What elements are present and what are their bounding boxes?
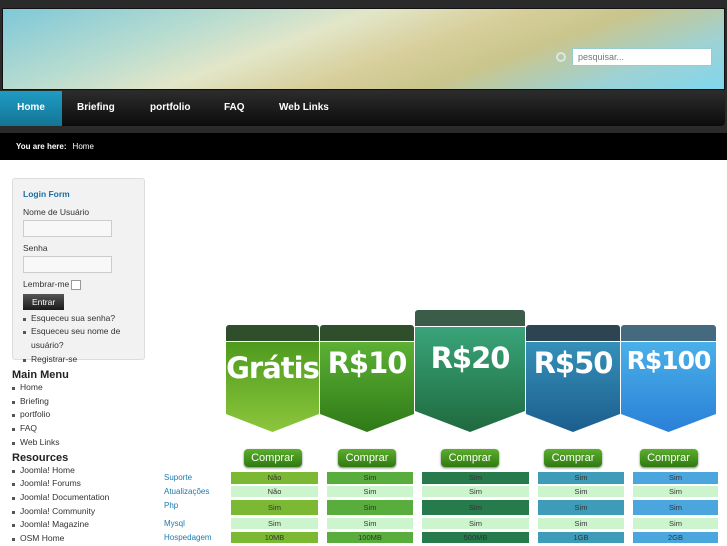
plan-cell: 100MB <box>327 532 413 543</box>
main-menu-title: Main Menu <box>12 369 69 381</box>
buy-button[interactable]: Comprar <box>243 449 302 467</box>
remember-label: Lembrar-me <box>23 279 70 289</box>
buy-button[interactable]: Comprar <box>544 449 602 467</box>
resources-title: Resources <box>12 451 69 464</box>
breadcrumb-label: You are here: <box>16 142 67 151</box>
password-input[interactable] <box>23 256 112 273</box>
buy-button[interactable]: Comprar <box>441 449 499 467</box>
plan-cell: Sim <box>231 500 318 515</box>
resource-item[interactable]: OSM Home <box>12 532 152 546</box>
plan-price-shield: R$100 <box>621 342 716 432</box>
nav-portfolio[interactable]: portfolio <box>150 91 191 126</box>
plan-cell: Não <box>231 486 318 497</box>
plan-cell: Sim <box>633 500 718 515</box>
plan-tab <box>415 310 525 326</box>
plan-cell: 2GB <box>633 532 718 543</box>
main-menu-item[interactable]: portfolio <box>12 408 152 422</box>
plan-cell: Sim <box>633 486 718 497</box>
row-label: Php <box>164 501 179 510</box>
main-menu-item[interactable]: FAQ <box>12 422 152 436</box>
login-form: Login Form Nome de Usuário Senha Lembrar… <box>12 178 145 364</box>
username-input[interactable] <box>23 220 112 237</box>
nav-home[interactable]: Home <box>0 91 62 126</box>
forgot-password-link[interactable]: Esqueceu sua senha? <box>23 312 144 326</box>
resource-item[interactable]: Joomla! Community <box>12 505 152 519</box>
row-label: Atualizações <box>164 487 210 496</box>
plan-cell: Não <box>231 472 318 484</box>
plan-price-shield: Grátis <box>226 342 319 432</box>
plan-cell: Sim <box>422 500 529 515</box>
main-menu-item[interactable]: Web Links <box>12 436 152 450</box>
buy-button[interactable]: Comprar <box>338 449 396 467</box>
plan-tab <box>621 325 716 341</box>
main-nav: Home Briefing portfolio FAQ Web Links <box>0 91 725 126</box>
sidebar-menus: Main Menu Home Briefing portfolio FAQ Web Li… <box>12 367 152 546</box>
plan-tab <box>526 325 620 341</box>
login-button[interactable]: Entrar <box>23 293 65 310</box>
plan-cell: Sim <box>327 518 413 529</box>
resource-item[interactable]: Joomla! Documentation <box>12 491 152 505</box>
plan-cell: Sim <box>422 472 529 484</box>
main-menu-item[interactable]: Home <box>12 381 152 395</box>
plan-cell: Sim <box>538 518 624 529</box>
plan-cell: Sim <box>327 472 413 484</box>
remember-checkbox[interactable] <box>71 279 82 290</box>
username-label: Nome de Usuário <box>23 207 90 217</box>
forgot-username-link[interactable]: Esqueceu seu nome de usuário? <box>23 325 123 352</box>
plan-cell: Sim <box>327 500 413 515</box>
plan-cell: Sim <box>327 486 413 497</box>
plan-cell: Sim <box>633 518 718 529</box>
breadcrumb-current: Home <box>72 142 94 151</box>
plan-price-shield: R$50 <box>526 342 620 432</box>
resource-item[interactable]: Joomla! Home <box>12 464 152 478</box>
buy-button[interactable]: Comprar <box>639 449 698 467</box>
plan-cell: Sim <box>538 486 624 497</box>
row-label: Hospedagem <box>164 533 212 542</box>
nav-faq[interactable]: FAQ <box>224 91 245 126</box>
search-input[interactable] <box>572 48 712 66</box>
plan-cell: Sim <box>538 472 624 484</box>
plan-cell: Sim <box>422 518 529 529</box>
plan-cell: Sim <box>538 500 624 515</box>
plan-cell: 1GB <box>538 532 624 543</box>
plan-tab <box>226 325 319 341</box>
plan-price-shield: R$20 <box>415 327 525 432</box>
register-link[interactable]: Registrar-se <box>23 353 144 367</box>
row-label: Suporte <box>164 473 193 482</box>
main-menu-item[interactable]: Briefing <box>12 395 152 409</box>
plan-price-shield: R$10 <box>320 342 414 432</box>
nav-web-links[interactable]: Web Links <box>279 91 329 126</box>
nav-briefing[interactable]: Briefing <box>77 91 115 126</box>
password-label: Senha <box>23 243 48 253</box>
resource-item[interactable]: Joomla! Forums <box>12 477 152 491</box>
login-title: Login Form <box>23 189 70 199</box>
plan-tab <box>320 325 414 341</box>
search-icon <box>556 52 566 62</box>
plan-cell: Sim <box>422 486 529 497</box>
resource-item[interactable]: Joomla! Magazine <box>12 518 152 532</box>
row-label: Mysql <box>164 519 185 528</box>
plan-cell: Sim <box>231 518 318 529</box>
plan-cell: Sim <box>633 472 718 484</box>
plan-cell: 500MB <box>422 532 529 543</box>
breadcrumb: You are here: Home <box>0 133 727 160</box>
plan-cell: 10MB <box>231 532 318 543</box>
